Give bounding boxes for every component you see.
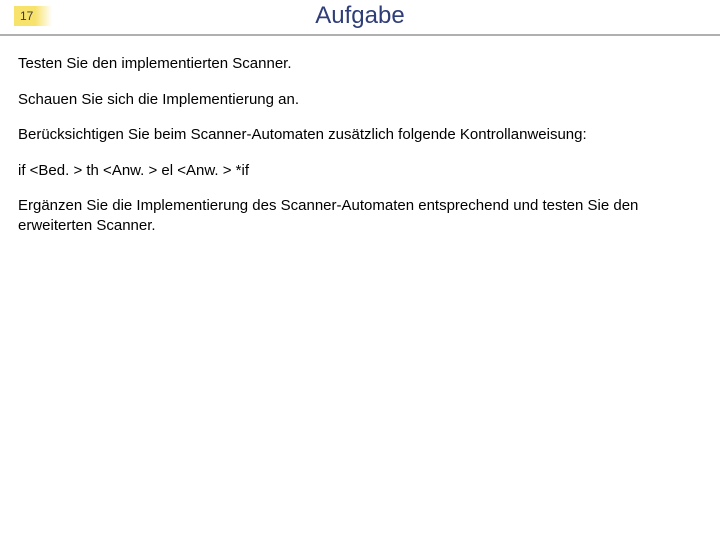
paragraph: Berücksichtigen Sie beim Scanner-Automat… — [18, 125, 702, 145]
paragraph: Ergänzen Sie die Implementierung des Sca… — [18, 196, 702, 235]
slide-header: 17 Aufgabe — [0, 0, 720, 36]
slide: 17 Aufgabe Testen Sie den implementierte… — [0, 0, 720, 540]
slide-body: Testen Sie den implementierten Scanner. … — [0, 36, 720, 235]
paragraph: Schauen Sie sich die Implementierung an. — [18, 90, 702, 110]
paragraph: if <Bed. > th <Anw. > el <Anw. > *if — [18, 161, 702, 181]
slide-title: Aufgabe — [0, 0, 720, 32]
paragraph: Testen Sie den implementierten Scanner. — [18, 54, 702, 74]
